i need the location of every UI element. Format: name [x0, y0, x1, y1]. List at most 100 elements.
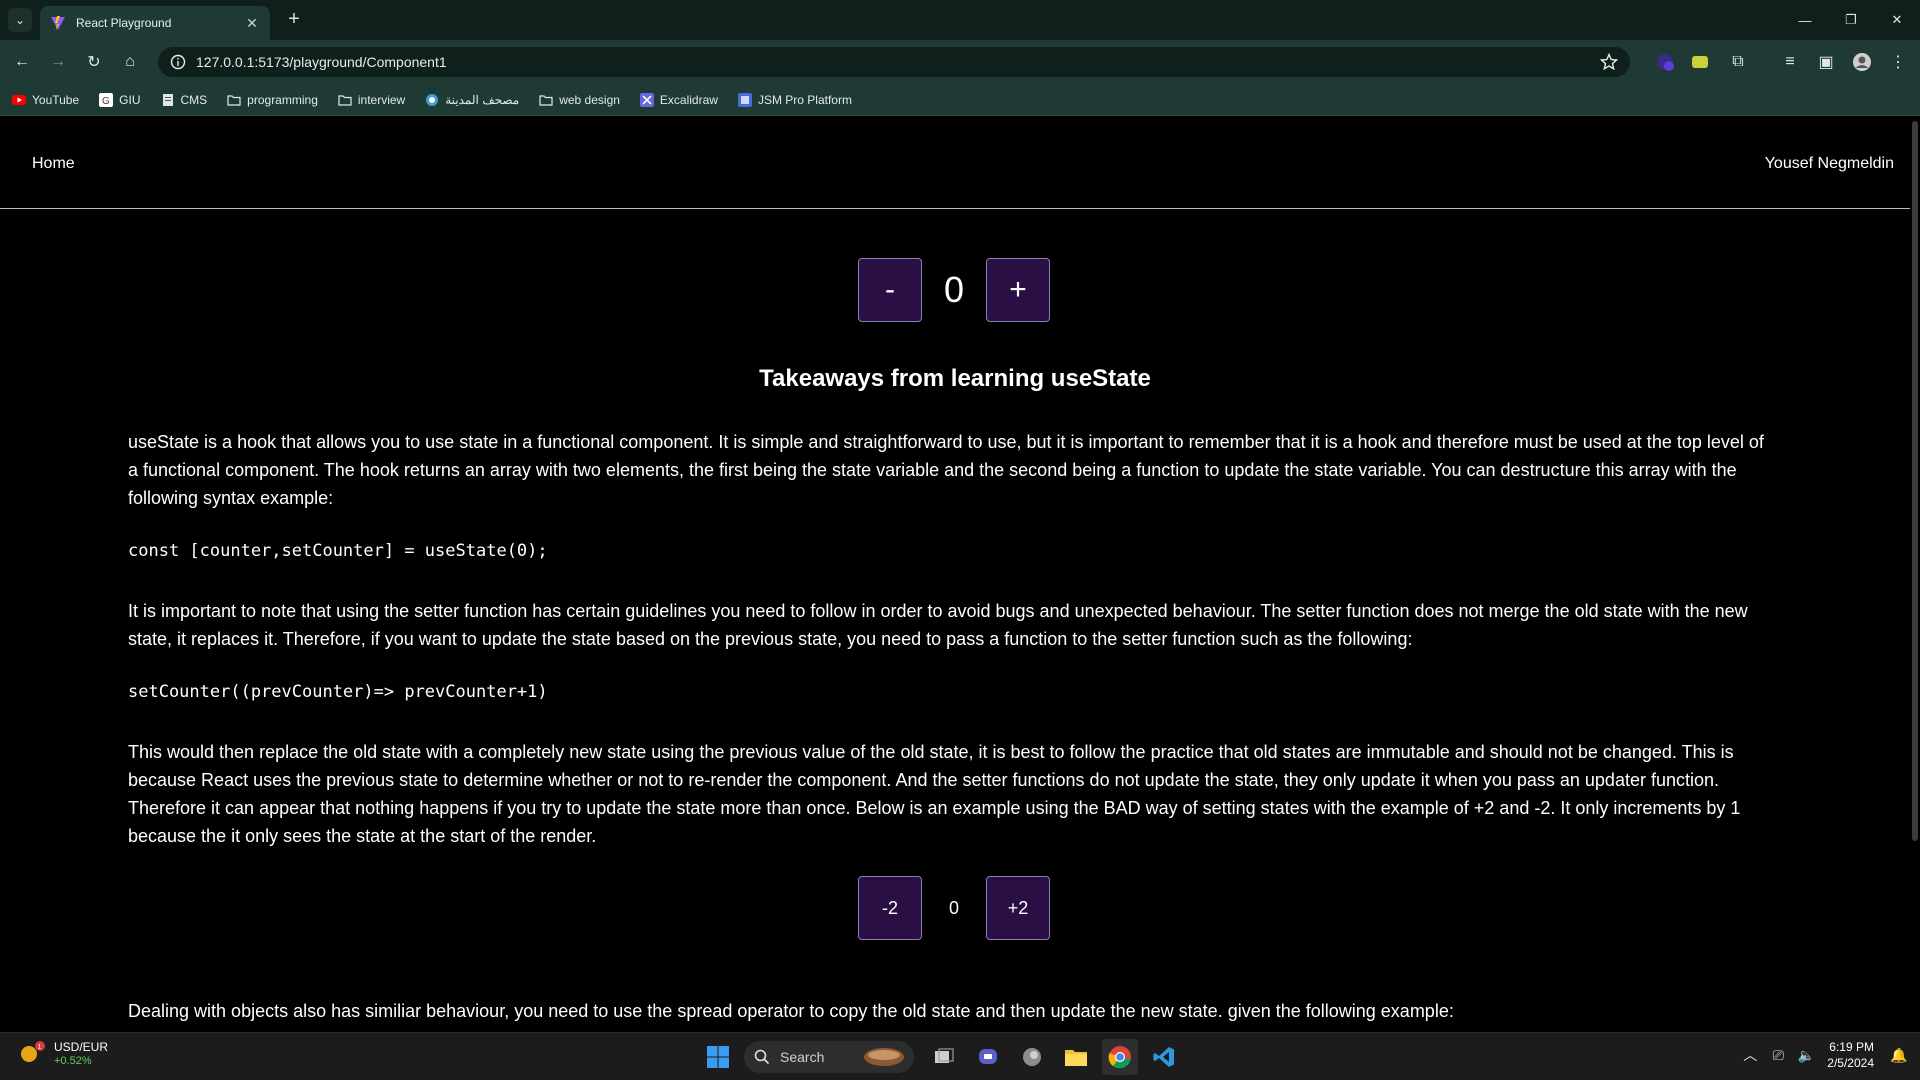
page-content: Home Yousef Negmeldin - 0 + Takeaways fr… [0, 117, 1910, 1032]
browser-toolbar: ← → ↻ ⌂ 127.0.0.1:5173/playground/Compon… [0, 40, 1920, 84]
tab-title: React Playground [76, 16, 172, 30]
bookmark-giu[interactable]: G GIU [99, 92, 141, 107]
counter-widget: - 0 + [858, 258, 1050, 322]
clock[interactable]: 6:19 PM 2/5/2024 [1827, 1039, 1874, 1071]
site-navbar: Home Yousef Negmeldin [0, 117, 1910, 209]
youtube-icon [12, 94, 26, 105]
bad-counter-value: 0 [948, 897, 959, 918]
folder-icon [539, 94, 553, 106]
start-button[interactable] [700, 1039, 736, 1075]
increment-button[interactable]: + [986, 258, 1050, 322]
bookmark-label: مصحف المدينة [445, 92, 520, 107]
reload-button[interactable]: ↻ [82, 50, 106, 74]
bookmark-label: Excalidraw [659, 92, 718, 107]
bookmark-label: YouTube [32, 92, 80, 107]
bookmark-cms[interactable]: CMS [161, 92, 208, 107]
bookmark-label: web design [559, 92, 620, 107]
bad-counter-widget: -2 0 +2 [858, 876, 1050, 940]
widgets-button[interactable]: 1 USD/EUR +0.52% [18, 1039, 108, 1067]
sidebar-icon[interactable]: ▣ [1814, 50, 1838, 74]
app-icon [1023, 1048, 1041, 1066]
bookmark-mushaf[interactable]: مصحف المدينة [425, 93, 519, 107]
widget-change: +0.52% [54, 1055, 92, 1067]
search-highlight-icon [864, 1048, 904, 1066]
code-snippet-updater: setCounter((prevCounter)=> prevCounter+1… [128, 682, 548, 702]
address-bar[interactable]: 127.0.0.1:5173/playground/Component1 [158, 47, 1630, 77]
restore-button[interactable]: ❐ [1828, 0, 1874, 40]
currency-widget-icon: 1 [21, 1041, 45, 1062]
document-icon [162, 93, 173, 106]
url-text: 127.0.0.1:5173/playground/Component1 [196, 54, 447, 70]
bookmark-excalidraw[interactable]: Excalidraw [639, 92, 718, 107]
scrollbar-thumb[interactable] [1912, 121, 1918, 841]
menu-icon[interactable]: ⋮ [1886, 50, 1910, 74]
widget-title: USD/EUR [54, 1040, 109, 1054]
system-tray: ︿ ⎚ 🔈 6:19 PM 2/5/2024 🔔 [1733, 1039, 1910, 1071]
forward-button[interactable]: → [46, 50, 70, 74]
close-window-button[interactable]: ✕ [1874, 0, 1920, 40]
plus-two-button[interactable]: +2 [986, 876, 1050, 940]
chat-icon [979, 1049, 997, 1064]
chrome-button[interactable] [1102, 1039, 1138, 1075]
bookmark-youtube[interactable]: YouTube [12, 93, 79, 107]
minus-two-button[interactable]: -2 [858, 876, 922, 940]
vscode-button[interactable] [1146, 1039, 1182, 1075]
site-info-icon[interactable] [170, 54, 186, 70]
bookmark-jsm[interactable]: JSM Pro Platform [737, 92, 852, 107]
nav-home-link[interactable]: Home [32, 155, 75, 173]
notification-bell-icon[interactable]: 🔔 [1888, 1044, 1910, 1066]
bookmark-web-design[interactable]: web design [539, 93, 620, 107]
bookmark-programming[interactable]: programming [227, 93, 318, 107]
decrement-button[interactable]: - [858, 258, 922, 322]
taskbar-search[interactable]: Search [744, 1041, 914, 1073]
folder-icon [227, 94, 241, 106]
folder-icon [338, 94, 352, 106]
paragraph-setter: It is important to note that using the s… [128, 601, 1748, 649]
clock-date: 2/5/2024 [1827, 1056, 1874, 1070]
extension-icon[interactable] [1655, 52, 1675, 72]
task-view-button[interactable] [926, 1039, 962, 1075]
counter-value: 0 [943, 269, 965, 310]
teams-button[interactable] [970, 1039, 1006, 1075]
bookmark-interview[interactable]: interview [338, 93, 405, 107]
app-button[interactable] [1014, 1039, 1050, 1075]
extension-icon[interactable] [1690, 52, 1710, 72]
paragraph-immutability: This would then replace the old state wi… [128, 742, 1741, 846]
page-scrollbar[interactable] [1910, 117, 1920, 1032]
nav-user-name[interactable]: Yousef Negmeldin [1765, 155, 1894, 173]
svg-text:G: G [102, 96, 110, 107]
bookmarks-bar: YouTube G GIU CMS programming interview … [0, 84, 1920, 116]
close-tab-icon[interactable]: ✕ [244, 15, 260, 32]
home-button[interactable]: ⌂ [118, 50, 142, 74]
search-icon [754, 1049, 770, 1065]
bookmark-label: CMS [180, 92, 208, 107]
google-icon: G [99, 92, 114, 107]
tab-search-button[interactable]: ⌄ [8, 8, 32, 32]
profile-avatar-icon[interactable] [1852, 52, 1872, 72]
paragraph-intro: useState is a hook that allows you to us… [128, 432, 1764, 508]
vite-icon [51, 16, 65, 30]
new-tab-button[interactable]: + [282, 8, 306, 32]
media-icon[interactable]: ≡ [1778, 50, 1802, 74]
chrome-icon [1108, 1046, 1131, 1069]
puzzle-icon[interactable]: ⧉ [1726, 50, 1750, 74]
volume-icon[interactable]: 🔈 [1795, 1044, 1817, 1066]
section-heading: Takeaways from learning useState [759, 365, 1151, 392]
minimize-button[interactable]: — [1782, 0, 1828, 40]
browser-tab[interactable]: React Playground ✕ [40, 6, 270, 40]
back-button[interactable]: ← [10, 50, 34, 74]
search-label: Search [780, 1049, 825, 1065]
bookmark-star-icon[interactable] [1600, 53, 1618, 71]
tray-overflow-icon[interactable]: ︿ [1739, 1044, 1761, 1066]
file-explorer-button[interactable] [1058, 1039, 1094, 1075]
windows-icon [707, 1046, 729, 1068]
paragraph-objects: Dealing with objects also has similiar b… [128, 1001, 1454, 1021]
code-snippet-usestate: const [counter,setCounter] = useState(0)… [128, 541, 548, 561]
widget-badge: 1 [38, 1044, 42, 1051]
bookmark-label: programming [247, 92, 318, 107]
bookmark-label: GIU [119, 92, 141, 107]
network-icon[interactable]: ⎚ [1767, 1044, 1789, 1066]
folder-icon [1065, 1050, 1087, 1066]
clock-time: 6:19 PM [1829, 1040, 1874, 1054]
task-view-icon [935, 1048, 954, 1063]
